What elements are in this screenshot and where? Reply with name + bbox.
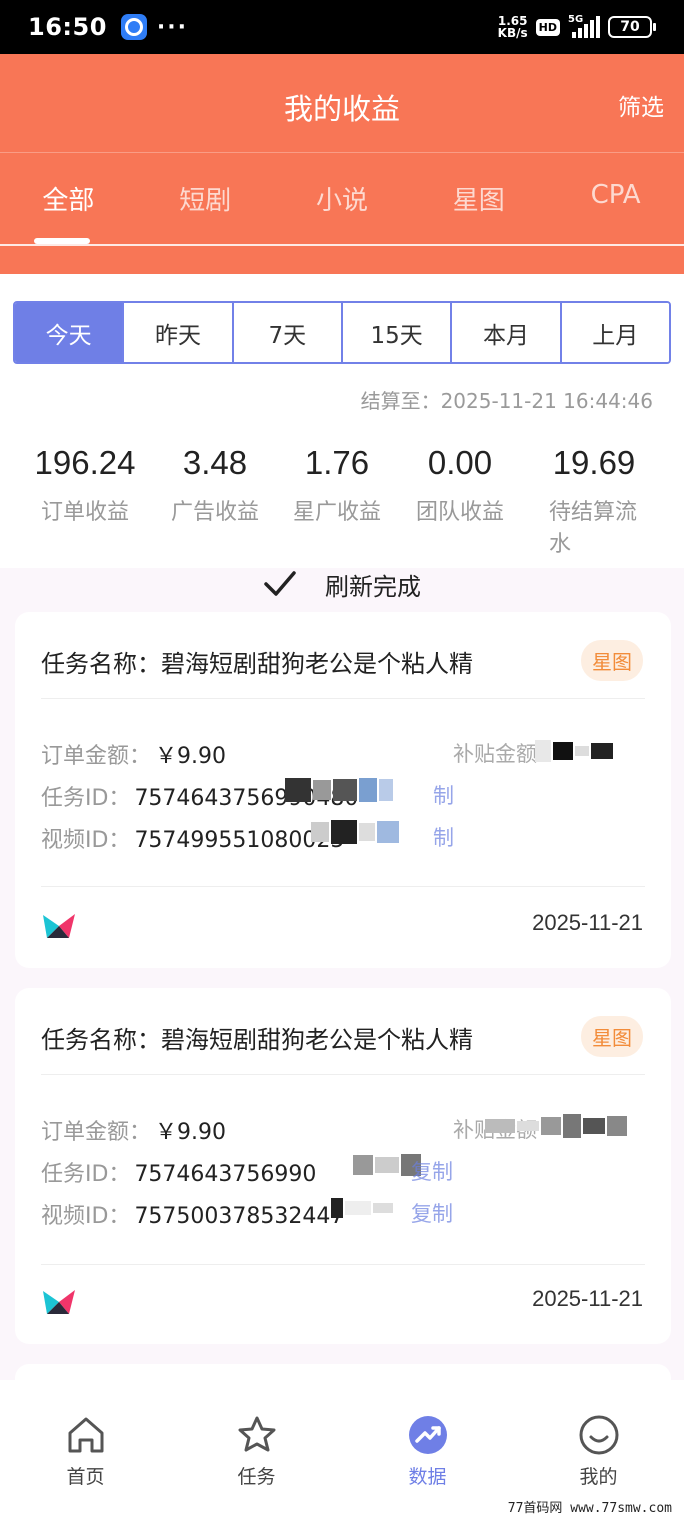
signal-icon: 5G <box>568 14 600 38</box>
redacted-area <box>535 740 613 762</box>
stat-ad-income: 3.48 广告收益 <box>170 444 260 525</box>
earnings-summary: 今天 昨天 7天 15天 本月 上月 结算至：2025-11-21 16:44:… <box>0 274 684 568</box>
period-today[interactable]: 今天 <box>15 303 123 362</box>
nav-tasks[interactable]: 任务 <box>171 1380 342 1522</box>
hd-icon: HD <box>535 18 560 36</box>
tab-cpa[interactable]: CPA <box>547 180 684 244</box>
stat-pending-flow: 19.69 待结算流水 <box>549 444 638 557</box>
settlement-time: 结算至：2025-11-21 16:44:46 <box>360 389 653 413</box>
copy-video-id-link[interactable]: 制 <box>433 822 454 852</box>
platform-badge: 星图 <box>581 640 643 681</box>
tab-xingtu[interactable]: 星图 <box>410 180 547 244</box>
period-last-month[interactable]: 上月 <box>559 303 669 362</box>
task-id: 任务ID： 7574643756990 <box>41 1162 317 1187</box>
period-15-days[interactable]: 15天 <box>340 303 451 362</box>
tab-all[interactable]: 全部 <box>0 180 137 244</box>
category-tabs: 全部 短剧 小说 星图 CPA <box>0 180 684 244</box>
order-amount: 订单金额： ￥9.90 <box>41 1120 227 1145</box>
period-yesterday[interactable]: 昨天 <box>122 303 232 362</box>
refresh-status: 刷新完成 <box>0 560 684 608</box>
redacted-area <box>311 820 399 844</box>
task-name: 任务名称：碧海短剧甜狗老公是个粘人精 <box>41 650 473 678</box>
network-speed: 1.65 KB/s <box>497 14 528 40</box>
data-trend-icon <box>408 1416 447 1454</box>
xingtu-logo-icon <box>43 914 75 938</box>
status-time: 16:50 <box>28 13 107 41</box>
redacted-area <box>285 778 393 802</box>
order-card[interactable]: 任务名称：碧海短剧甜狗老公是个粘人精 星图 订单金额：￥9.90 补贴金额 任务… <box>15 612 671 968</box>
more-notifications-icon: ··· <box>156 14 188 40</box>
copy-task-id-link[interactable]: 制 <box>433 780 454 810</box>
header: 我的收益 筛选 全部 短剧 小说 星图 CPA <box>0 54 684 274</box>
order-amount: 订单金额： ￥9.90 <box>41 744 227 769</box>
order-date: 2025-11-21 <box>532 1286 643 1311</box>
tab-novel[interactable]: 小说 <box>274 180 411 244</box>
platform-badge: 星图 <box>581 1016 643 1057</box>
nav-data[interactable]: 数据 <box>342 1380 513 1522</box>
order-date: 2025-11-21 <box>532 910 643 935</box>
subsidy-amount: 补贴金额 <box>453 742 537 766</box>
smile-icon <box>579 1415 618 1455</box>
filter-button[interactable]: 筛选 <box>618 88 664 122</box>
redacted-area <box>331 1198 393 1218</box>
task-name: 任务名称：碧海短剧甜狗老公是个粘人精 <box>41 1026 473 1054</box>
nav-home[interactable]: 首页 <box>0 1380 171 1522</box>
video-id: 视频ID： 757499551080025 <box>41 828 345 853</box>
tab-short-drama[interactable]: 短剧 <box>137 180 274 244</box>
period-this-month[interactable]: 本月 <box>450 303 560 362</box>
period-7-days[interactable]: 7天 <box>231 303 341 362</box>
stat-order-income: 196.24 订单收益 <box>34 444 136 525</box>
copy-task-id-link[interactable]: 复制 <box>411 1156 453 1186</box>
battery-icon: 70 <box>608 16 656 38</box>
watermark: 77首码网 www.77smw.com <box>507 1501 672 1516</box>
home-icon <box>68 1417 103 1453</box>
video-id: 视频ID： 757500378532447 <box>41 1204 345 1229</box>
app-notification-icon <box>120 14 147 40</box>
status-bar: 16:50 ··· 1.65 KB/s HD 5G 70 <box>0 0 684 54</box>
redacted-area <box>485 1114 627 1138</box>
xingtu-logo-icon <box>43 1290 75 1314</box>
stat-team-income: 0.00 团队收益 <box>415 444 505 525</box>
stat-xingguang-income: 1.76 星广收益 <box>292 444 382 525</box>
checkmark-icon <box>264 571 296 596</box>
star-icon <box>238 1416 275 1452</box>
period-selector: 今天 昨天 7天 15天 本月 上月 <box>13 301 671 364</box>
copy-video-id-link[interactable]: 复制 <box>411 1198 453 1228</box>
page-title: 我的收益 <box>283 92 400 126</box>
order-card[interactable]: 任务名称：碧海短剧甜狗老公是个粘人精 星图 订单金额：￥9.90 补贴金额 任务… <box>15 988 671 1344</box>
